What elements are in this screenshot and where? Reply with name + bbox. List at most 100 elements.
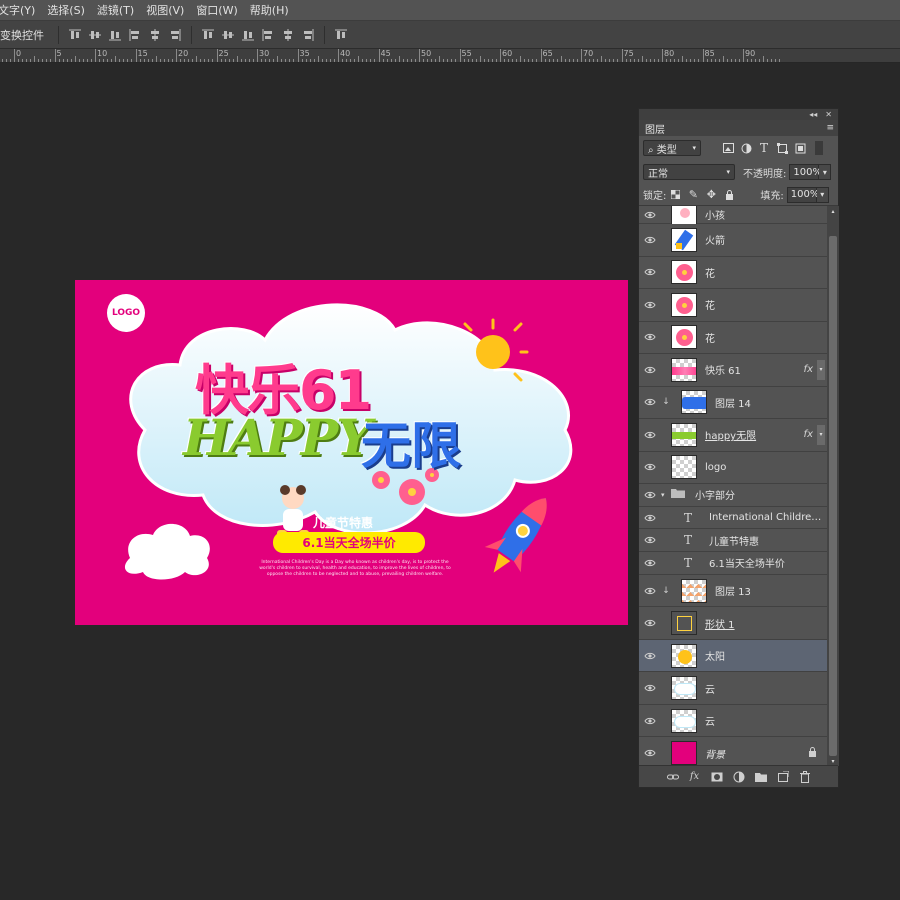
menu-item-0[interactable]: 文字(Y) xyxy=(0,2,41,18)
eye-icon[interactable] xyxy=(639,619,661,627)
distribute-left-icon[interactable] xyxy=(258,25,278,45)
layers-scrollbar[interactable]: ▴ ▾ xyxy=(827,206,839,766)
eye-icon[interactable] xyxy=(639,684,661,692)
opacity-dropdown-icon[interactable]: ▾ xyxy=(819,164,832,180)
layer-group-row[interactable]: ▾ 小字部分 xyxy=(639,484,827,507)
horizontal-ruler[interactable]: 5051015202530354045505560657075808590 xyxy=(0,49,900,63)
layer-name[interactable]: 太阳 xyxy=(705,648,827,663)
lock-paint-icon[interactable]: ✎ xyxy=(684,187,702,203)
eye-icon[interactable] xyxy=(639,587,661,595)
opacity-input[interactable]: 100% xyxy=(789,164,822,180)
adjust-filter-icon[interactable] xyxy=(737,140,755,156)
layer-row[interactable]: 火箭 xyxy=(639,224,827,257)
filter-kind-select[interactable]: ⌕ 类型 ▾ xyxy=(643,140,701,156)
new-layer-icon[interactable] xyxy=(775,769,791,785)
image-filter-icon[interactable] xyxy=(719,140,737,156)
new-group-icon[interactable] xyxy=(753,769,769,785)
layer-row[interactable]: 云 xyxy=(639,704,827,738)
distribute-right-icon[interactable] xyxy=(298,25,318,45)
menu-item-1[interactable]: 选择(S) xyxy=(41,2,91,18)
collapse-icon[interactable]: ◂◂ xyxy=(809,110,817,119)
layer-thumbnail[interactable] xyxy=(681,390,707,415)
eye-icon[interactable] xyxy=(639,491,661,499)
menu-item-3[interactable]: 视图(V) xyxy=(140,2,190,18)
layer-thumbnail[interactable] xyxy=(671,292,697,317)
layer-name[interactable]: 背景 xyxy=(705,746,808,761)
layer-row[interactable]: T 6.1当天全场半价 xyxy=(639,552,827,575)
eye-icon[interactable] xyxy=(639,559,661,567)
menu-item-2[interactable]: 滤镜(T) xyxy=(91,2,140,18)
layer-name[interactable]: happy无限 xyxy=(705,427,804,442)
lock-move-icon[interactable]: ✥ xyxy=(702,187,720,203)
lock-all-icon[interactable] xyxy=(720,187,738,203)
layer-row[interactable]: ↓ 图层 13 xyxy=(639,574,827,608)
tab-layers[interactable]: 图层 xyxy=(645,121,665,136)
filter-toggle[interactable] xyxy=(815,141,823,155)
layer-row[interactable]: happy无限 fx ▾ xyxy=(639,419,827,452)
eye-icon[interactable] xyxy=(639,749,661,757)
layer-name[interactable]: 图层 13 xyxy=(715,583,827,598)
adjustment-icon[interactable] xyxy=(731,769,747,785)
layer-row[interactable]: 小孩 xyxy=(639,206,827,227)
layer-thumbnail[interactable] xyxy=(671,611,697,635)
align-hcenter-icon[interactable] xyxy=(145,25,165,45)
fx-icon[interactable]: fx xyxy=(804,429,813,440)
eye-icon[interactable] xyxy=(639,431,661,439)
layer-name[interactable]: 花 xyxy=(705,297,827,312)
layer-row[interactable]: 形状 1 xyxy=(639,607,827,640)
expand-effects-icon[interactable]: ▾ xyxy=(817,424,825,445)
distribute-vcenter-icon[interactable] xyxy=(218,25,238,45)
layer-thumbnail[interactable] xyxy=(671,455,697,480)
align-left-icon[interactable] xyxy=(125,25,145,45)
eye-icon[interactable] xyxy=(639,652,661,660)
distribute-hcenter-icon[interactable] xyxy=(278,25,298,45)
lock-transparent-icon[interactable] xyxy=(666,187,684,203)
link-layers-icon[interactable] xyxy=(665,769,681,785)
eye-icon[interactable] xyxy=(639,398,661,406)
layer-thumbnail[interactable] xyxy=(681,578,707,603)
layer-row[interactable]: ↓ 图层 14 xyxy=(639,386,827,419)
align-bottom-icon[interactable] xyxy=(105,25,125,45)
eye-icon[interactable] xyxy=(639,333,661,341)
chevron-down-icon[interactable]: ▾ xyxy=(661,491,671,499)
layer-name[interactable]: 快乐 61 xyxy=(705,362,804,377)
layer-row[interactable]: T International Children'... xyxy=(639,506,827,530)
layer-name[interactable]: 图层 14 xyxy=(715,395,827,410)
fx-icon[interactable]: fx xyxy=(687,769,703,785)
layer-name[interactable]: 儿童节特惠 xyxy=(709,533,827,548)
layer-thumbnail[interactable] xyxy=(671,741,697,765)
layer-row[interactable]: 云 xyxy=(639,672,827,705)
layer-name[interactable]: 云 xyxy=(705,713,827,728)
layer-thumbnail[interactable] xyxy=(671,708,697,733)
layer-row[interactable]: 快乐 61 fx ▾ xyxy=(639,354,827,387)
align-vcenter-icon[interactable] xyxy=(85,25,105,45)
layer-thumbnail[interactable] xyxy=(671,676,697,700)
menu-item-4[interactable]: 窗口(W) xyxy=(190,2,243,18)
close-panel-icon[interactable]: ✕ xyxy=(825,110,832,119)
layer-name[interactable]: 6.1当天全场半价 xyxy=(709,555,827,570)
layer-thumbnail[interactable] xyxy=(671,227,697,252)
layer-row[interactable]: 花 xyxy=(639,256,827,289)
transform-controls-label[interactable]: 变换控件 xyxy=(0,27,44,43)
eye-icon[interactable] xyxy=(639,268,661,276)
mask-icon[interactable] xyxy=(709,769,725,785)
fill-dropdown-icon[interactable]: ▾ xyxy=(816,186,829,203)
layer-name[interactable]: 云 xyxy=(705,681,827,696)
panel-collapse-bar[interactable]: ◂◂ ✕ xyxy=(639,109,838,120)
layer-thumbnail[interactable] xyxy=(671,643,697,668)
layer-thumbnail[interactable] xyxy=(671,357,697,382)
scrollbar-thumb[interactable] xyxy=(829,236,837,756)
text-filter-icon[interactable]: T xyxy=(755,140,773,156)
eye-icon[interactable] xyxy=(639,366,661,374)
layer-name[interactable]: International Children'... xyxy=(709,512,827,523)
eye-icon[interactable] xyxy=(639,536,661,544)
layer-row[interactable]: 花 xyxy=(639,321,827,354)
auto-align-icon[interactable] xyxy=(331,25,351,45)
align-right-icon[interactable] xyxy=(165,25,185,45)
distribute-bottom-icon[interactable] xyxy=(238,25,258,45)
eye-icon[interactable] xyxy=(639,463,661,471)
layer-name[interactable]: 小字部分 xyxy=(695,487,827,502)
eye-icon[interactable] xyxy=(639,514,661,522)
canvas-artboard[interactable]: LOGO 快乐61 HAPPY 无限 儿童节特惠 6.1当天全场半价 Inter… xyxy=(75,280,628,625)
layer-row[interactable]: logo xyxy=(639,451,827,484)
